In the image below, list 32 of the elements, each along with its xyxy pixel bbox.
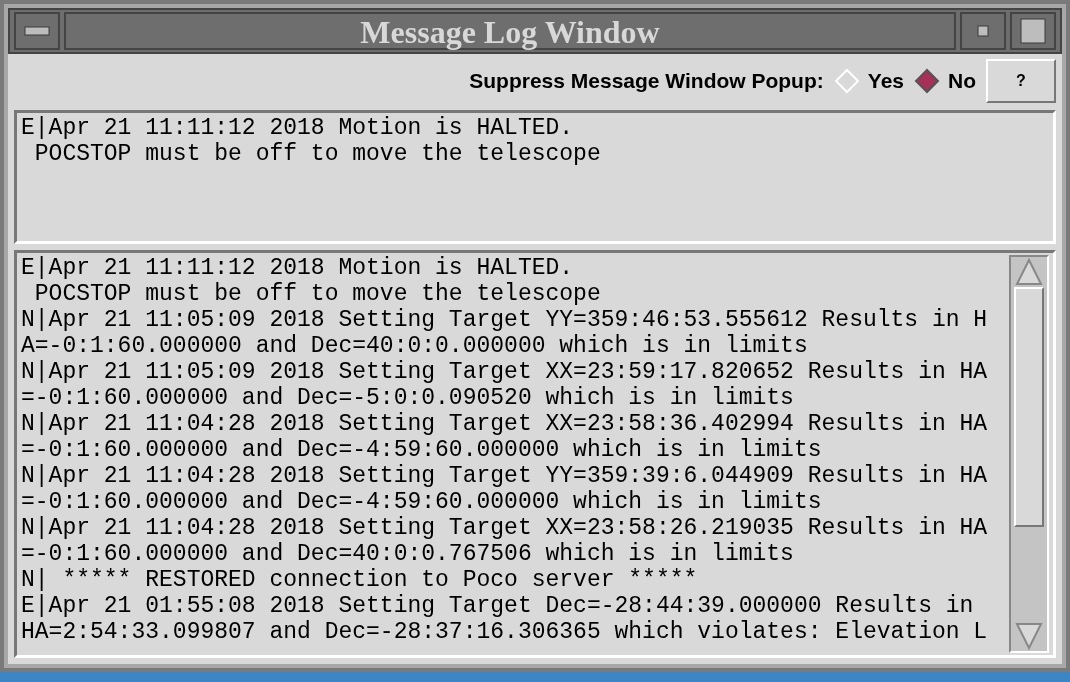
scroll-up-arrow-icon[interactable] bbox=[1014, 257, 1044, 287]
log-line: N|Apr 21 11:05:09 2018 Setting Target YY=359:46:53.555612 Results in H bbox=[21, 307, 989, 333]
log-line: E|Apr 21 11:11:12 2018 Motion is HALTED. bbox=[21, 255, 575, 281]
log-line: N|Apr 21 11:05:09 2018 Setting Target XX=23:59:17.820652 Results in HA bbox=[21, 359, 989, 385]
message-line: E|Apr 21 11:11:12 2018 Motion is HALTED. bbox=[21, 115, 575, 141]
message-line: POCSTOP must be off to move the telescope bbox=[33, 141, 602, 167]
window-menu-button[interactable] bbox=[14, 12, 60, 50]
log-line: =-0:1:60.000000 and Dec=-4:59:60.000000 which is in limits bbox=[21, 489, 823, 515]
minimize-button[interactable] bbox=[960, 12, 1006, 50]
suppress-popup-label: Suppress Message Window Popup: bbox=[469, 69, 824, 93]
radio-option[interactable]: Yes bbox=[833, 68, 904, 94]
scroll-down-arrow-icon[interactable] bbox=[1014, 621, 1044, 651]
log-line: POCSTOP must be off to move the telescope bbox=[33, 281, 602, 307]
log-line: =-0:1:60.000000 and Dec=40:0:0.767506 which is in limits bbox=[21, 541, 795, 567]
log-line: =-0:1:60.000000 and Dec=-5:0:0.090520 which is in limits bbox=[21, 385, 795, 411]
log-line: E|Apr 21 01:55:08 2018 Setting Target Dec=-28:44:39.000000 Results in bbox=[21, 593, 975, 619]
maximize-icon bbox=[1020, 18, 1046, 44]
window-title: Message Log Window bbox=[64, 12, 956, 50]
log-line: N| ***** RESTORED connection to Poco server ***** bbox=[21, 567, 699, 593]
log-line: =-0:1:60.000000 and Dec=-4:59:60.000000 which is in limits bbox=[21, 437, 823, 463]
scrollbar[interactable] bbox=[1009, 255, 1049, 653]
help-button[interactable]: ? bbox=[986, 59, 1056, 103]
log-line: A=-0:1:60.000000 and Dec=40:0:0.000000 which is in limits bbox=[21, 333, 809, 359]
log-line: HA=2:54:33.099807 and Dec=-28:37:16.306365 which violates: Elevation L bbox=[21, 619, 989, 645]
log-line: N|Apr 21 11:04:28 2018 Setting Target XX=23:58:36.402994 Results in HA bbox=[21, 411, 989, 437]
minimize-icon bbox=[977, 25, 989, 37]
scrollbar-thumb[interactable] bbox=[1014, 287, 1044, 527]
radio-option[interactable]: No bbox=[914, 68, 976, 94]
bar-icon bbox=[24, 25, 50, 37]
log-line: N|Apr 21 11:04:28 2018 Setting Target YY=359:39:6.044909 Results in HA bbox=[21, 463, 989, 489]
log-line: N|Apr 21 11:04:28 2018 Setting Target XX=23:58:26.219035 Results in HA bbox=[21, 515, 989, 541]
maximize-button[interactable] bbox=[1010, 12, 1056, 50]
